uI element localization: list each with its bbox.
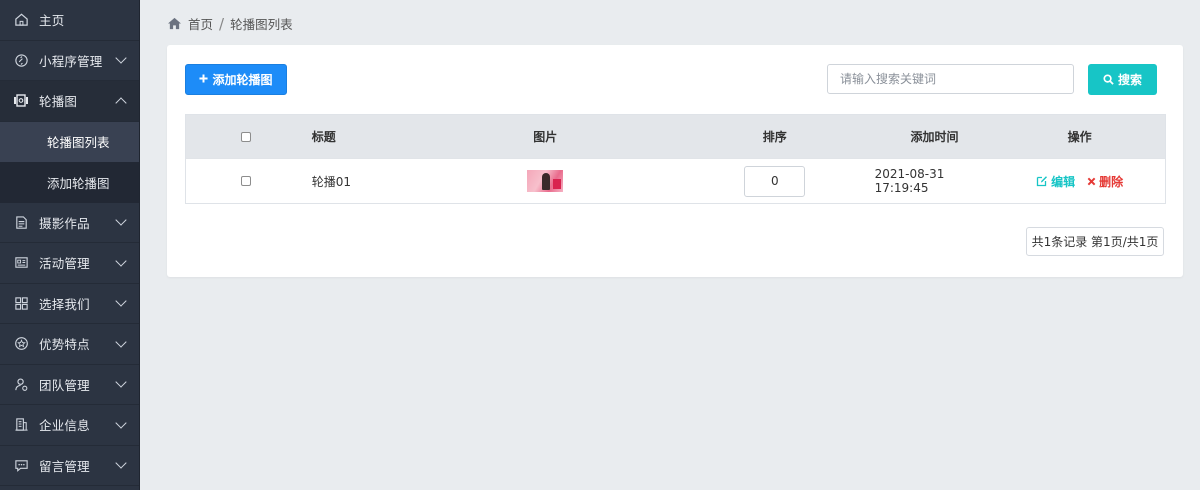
- table-header: 标题 图片 排序 添加时间 操作: [186, 115, 1165, 158]
- sidebar-item-banner[interactable]: 轮播图: [0, 81, 139, 122]
- close-icon: [1087, 177, 1096, 186]
- row-image-cell: [416, 170, 675, 192]
- chevron-down-icon: [115, 376, 127, 388]
- select-all-checkbox[interactable]: [240, 131, 251, 142]
- search-icon: [1103, 74, 1114, 85]
- delete-label: 删除: [1099, 174, 1124, 189]
- row-time: 2021-08-31 17:19:45: [874, 167, 945, 195]
- sidebar-item-miniprogram[interactable]: 小程序管理: [0, 41, 139, 81]
- table-row: 轮播01 2021-08-31 17:19:45 编辑: [186, 158, 1165, 203]
- row-title: 轮播01: [311, 174, 352, 189]
- banner-table: 标题 图片 排序 添加时间 操作 轮播01 2021-08-31 17:19:4…: [185, 114, 1166, 204]
- row-actions: 编辑 删除: [994, 173, 1165, 190]
- search-button[interactable]: 搜索: [1088, 64, 1157, 95]
- plus-icon: [199, 72, 209, 87]
- chevron-up-icon: [115, 97, 127, 109]
- link-icon: [12, 51, 30, 69]
- sidebar-item-advantages[interactable]: 优势特点: [0, 324, 139, 365]
- sidebar-item-home[interactable]: 主页: [0, 0, 139, 41]
- chevron-down-icon: [115, 336, 127, 348]
- sidebar-item-label: 摄影作品: [39, 215, 90, 231]
- sort-order-input[interactable]: [744, 165, 806, 197]
- chevron-down-icon: [115, 255, 127, 267]
- grid-icon: [12, 294, 30, 312]
- edit-button[interactable]: 编辑: [1036, 173, 1075, 190]
- header-image: 图片: [533, 130, 558, 144]
- sidebar-item-choose-us[interactable]: 选择我们: [0, 284, 139, 324]
- sidebar-item-label: 小程序管理: [39, 53, 103, 69]
- add-banner-button[interactable]: 添加轮播图: [185, 64, 287, 95]
- sidebar: 主页 小程序管理 轮播图 轮播图列表 添加轮播图 摄影作品 活动管理 选择我们 …: [0, 0, 140, 490]
- pagination-summary: 共1条记录 第1页/共1页: [1026, 227, 1164, 256]
- row-sort-cell: [675, 165, 875, 197]
- delete-button[interactable]: 删除: [1087, 173, 1123, 190]
- team-icon: [12, 375, 30, 393]
- document-icon: [12, 213, 30, 231]
- banner-thumbnail[interactable]: [527, 170, 564, 192]
- sidebar-item-label: 团队管理: [39, 377, 90, 393]
- home-outline-icon: [12, 11, 30, 29]
- row-checkbox[interactable]: [240, 176, 251, 186]
- sidebar-item-label: 选择我们: [39, 296, 90, 312]
- building-icon: [12, 416, 30, 434]
- header-title: 标题: [311, 130, 336, 144]
- sidebar-subitem-banner-list[interactable]: 轮播图列表: [0, 121, 139, 162]
- breadcrumb: 首页 / 轮播图列表: [167, 14, 293, 33]
- chevron-down-icon: [115, 52, 127, 64]
- chevron-down-icon: [115, 295, 127, 307]
- breadcrumb-separator: /: [219, 14, 225, 33]
- edit-icon: [1036, 175, 1048, 187]
- breadcrumb-current: 轮播图列表: [230, 17, 293, 32]
- sidebar-item-activities[interactable]: 活动管理: [0, 243, 139, 284]
- sidebar-item-messages[interactable]: 留言管理: [0, 446, 139, 486]
- sidebar-item-label: 活动管理: [39, 256, 90, 272]
- sidebar-item-label: 轮播图: [39, 94, 78, 110]
- search-button-label: 搜索: [1117, 73, 1142, 87]
- search-input[interactable]: [827, 64, 1074, 94]
- content-panel: 添加轮播图 搜索 标题 图片 排序 添加时间 操作 轮播01: [167, 45, 1183, 277]
- add-banner-label: 添加轮播图: [212, 73, 273, 87]
- row-checkbox-cell: [186, 176, 306, 186]
- sidebar-subitem-label: 轮播图列表: [47, 135, 110, 151]
- sidebar-item-label: 主页: [39, 13, 65, 29]
- sidebar-item-photography[interactable]: 摄影作品: [0, 203, 139, 243]
- header-actions: 操作: [1067, 130, 1092, 144]
- id-card-icon: [12, 254, 30, 272]
- sidebar-subitem-label: 添加轮播图: [47, 175, 110, 191]
- home-icon: [167, 17, 182, 30]
- chevron-down-icon: [115, 214, 127, 226]
- gallery-icon: [12, 92, 30, 110]
- sidebar-subitem-add-banner[interactable]: 添加轮播图: [0, 162, 139, 203]
- chevron-down-icon: [115, 457, 127, 469]
- chevron-down-icon: [115, 417, 127, 429]
- edit-label: 编辑: [1051, 174, 1076, 189]
- breadcrumb-home[interactable]: 首页: [188, 14, 213, 33]
- header-sort: 排序: [762, 130, 787, 144]
- sidebar-item-company-info[interactable]: 企业信息: [0, 405, 139, 446]
- sidebar-item-label: 企业信息: [39, 418, 90, 434]
- header-time: 添加时间: [910, 130, 959, 144]
- star-circle-icon: [12, 335, 30, 353]
- sidebar-item-label: 优势特点: [39, 337, 90, 353]
- header-checkbox-cell: [186, 131, 306, 142]
- message-icon: [12, 456, 30, 474]
- sidebar-item-label: 留言管理: [39, 458, 90, 474]
- sidebar-item-team[interactable]: 团队管理: [0, 365, 139, 405]
